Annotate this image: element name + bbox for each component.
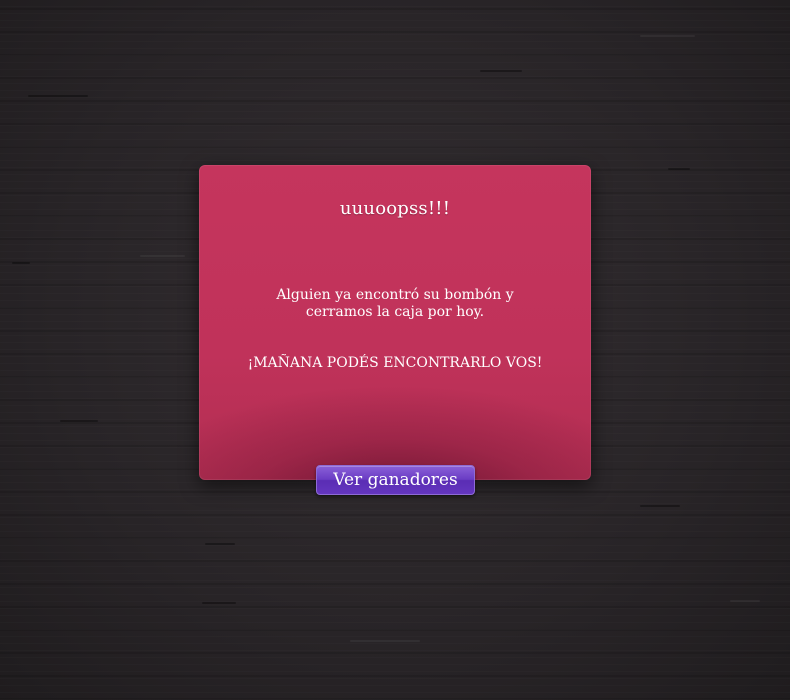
wood-grain [205,543,235,545]
wood-grain [480,70,522,72]
wood-grain [202,602,236,604]
popup-cta-text: ¡MAÑANA PODÉS ENCONTRARLO VOS! [247,355,543,371]
popup-title: uuuoopss!!! [339,198,451,219]
wood-grain [668,168,690,170]
wood-grain [640,505,680,507]
wood-grain [28,95,88,97]
closed-box-popup: uuuoopss!!! Alguien ya encontró su bombó… [199,165,591,480]
popup-message: Alguien ya encontró su bombón y cerramos… [276,287,514,320]
wood-grain [60,420,98,422]
wood-grain [640,35,695,37]
view-winners-button[interactable]: Ver ganadores [316,465,475,495]
wood-grain [12,262,30,264]
wood-grain [350,640,420,642]
wood-grain [730,600,760,602]
wood-grain [140,255,185,257]
